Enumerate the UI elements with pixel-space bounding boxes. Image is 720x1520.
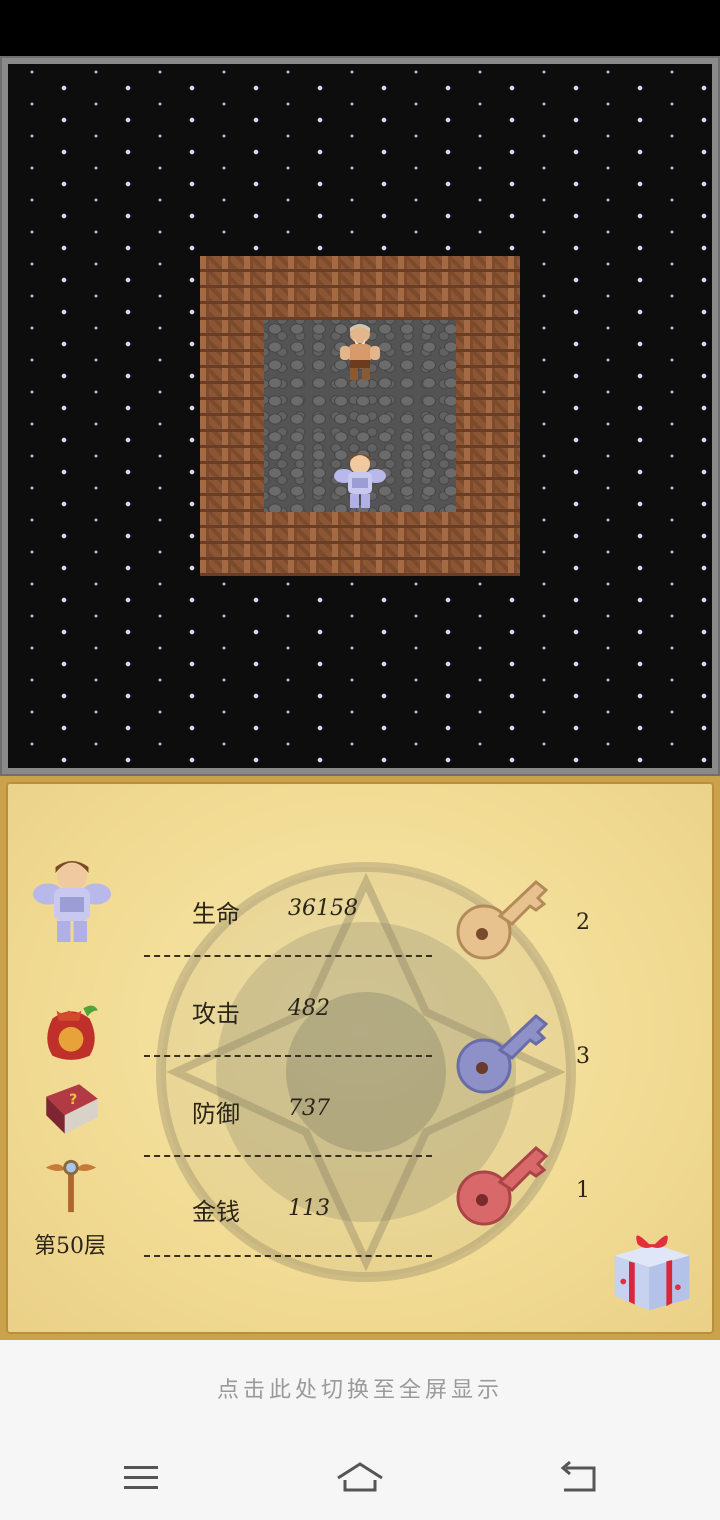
key-shaft — [497, 1014, 549, 1060]
stat-divider — [144, 955, 432, 957]
gold-value: 113 — [288, 1196, 330, 1221]
home-icon[interactable] — [335, 1456, 385, 1500]
red-key-icon — [456, 1146, 549, 1226]
defense-label: 防御 — [192, 1100, 240, 1128]
svg-text:?: ? — [69, 1092, 77, 1108]
monster-manual-icon[interactable]: ? — [38, 1076, 104, 1142]
back-icon[interactable] — [554, 1456, 604, 1500]
fullscreen-toggle-hint[interactable]: 点击此处切换至全屏显示 — [0, 1372, 720, 1404]
gold-label: 金钱 — [192, 1198, 240, 1226]
status-bar — [0, 0, 720, 56]
stat-divider — [144, 1255, 432, 1257]
attack-label: 攻击 — [192, 1000, 240, 1028]
menu-icon[interactable] — [116, 1456, 166, 1500]
gift-box-icon[interactable] — [606, 1224, 698, 1316]
hp-label: 生命 — [192, 900, 240, 928]
hero-portrait-icon — [33, 861, 111, 942]
yellow-key-icon — [456, 880, 549, 960]
fly-wand-icon[interactable] — [40, 1154, 102, 1216]
stat-divider — [144, 1055, 432, 1057]
blue-key-count: 3 — [576, 1044, 590, 1069]
merchant-npc-sprite[interactable] — [328, 320, 392, 384]
stat-divider — [144, 1155, 432, 1157]
hp-value: 36158 — [288, 896, 358, 921]
attack-value: 482 — [288, 996, 330, 1021]
lucky-bag-icon[interactable] — [38, 998, 104, 1064]
hero-sprite[interactable] — [328, 448, 392, 512]
key-shaft — [497, 1146, 549, 1192]
red-key-count: 1 — [576, 1178, 590, 1203]
blue-key-icon — [456, 1014, 549, 1094]
defense-value: 737 — [288, 1096, 330, 1121]
yellow-key-count: 2 — [576, 910, 590, 935]
floor-label: 第50层 — [34, 1234, 106, 1259]
key-shaft — [497, 880, 549, 926]
